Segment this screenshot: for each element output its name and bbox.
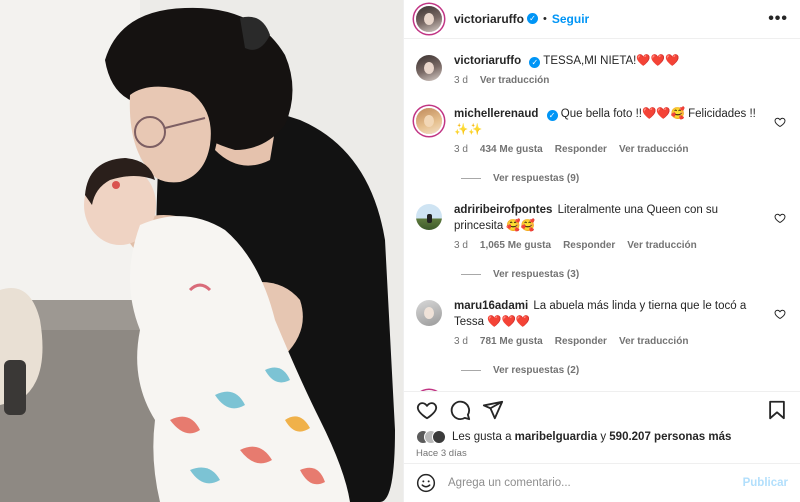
view-replies-label: Ver respuestas (3) [493,268,580,280]
comment-age[interactable]: 3 d [454,240,468,251]
replies-line [461,273,481,275]
author-avatar[interactable] [416,5,442,32]
comment-item: michellerenaud ✓ Que bella foto !!❤️❤️🥰 … [416,106,788,155]
comment-input[interactable] [448,477,743,490]
likes-user-link[interactable]: maribelguardia [515,431,597,443]
verified-badge-icon: ✓ [546,109,558,121]
post-header: victoriaruffo ✓ • Seguir ••• [404,0,800,39]
caption-meta: 3 d Ver traducción [454,75,768,86]
caption-avatar[interactable] [416,54,442,81]
comment-heart-icon[interactable] [774,308,786,320]
comment-item: maru16adami La abuela más linda y tierna… [416,298,788,347]
caption: victoriaruffo ✓ TESSA,MI NIETA!❤️❤️❤️ 3 … [416,53,788,86]
comment-item: adriribeirofpontes Literalmente una Quee… [416,202,788,251]
photo-illustration [0,0,403,502]
view-replies-button[interactable]: Ver respuestas (2) [461,365,788,376]
comment-likes[interactable]: 781 Me gusta [480,336,543,347]
post-actions [404,390,800,428]
comment-heart-icon[interactable] [774,212,786,224]
view-replies-label: Ver respuestas (9) [493,172,580,184]
comment-avatar[interactable] [416,203,442,230]
verified-badge-icon: ✓ [527,13,539,25]
comment-meta: 3 d 1,065 Me gusta Responder Ver traducc… [454,240,768,251]
share-icon[interactable] [482,399,504,421]
translate-link[interactable]: Ver traducción [619,144,688,155]
reply-button[interactable]: Responder [563,240,615,251]
save-icon[interactable] [766,399,788,421]
comment-username[interactable]: maru16adami [454,300,528,312]
follow-button[interactable]: Seguir [552,12,589,26]
post-dialog: victoriaruffo ✓ • Seguir ••• victoriaruf… [0,0,800,502]
reply-button[interactable]: Responder [555,144,607,155]
comment-avatar[interactable] [416,299,442,326]
comment-meta: 3 d 434 Me gusta Responder Ver traducció… [454,144,768,155]
caption-username[interactable]: victoriaruffo [454,55,521,67]
comment-username[interactable]: adriribeirofpontes [454,204,552,216]
view-replies-button[interactable]: Ver respuestas (9) [461,173,788,184]
verified-badge-icon: ✓ [529,56,541,68]
comment-icon[interactable] [449,399,471,421]
translate-link[interactable]: Ver traducción [627,240,696,251]
caption-age[interactable]: 3 d [454,75,468,86]
likes-prefix: Les gusta a [452,431,512,444]
comment-heart-icon[interactable] [774,116,786,128]
comment-meta: 3 d 781 Me gusta Responder Ver traducció… [454,336,768,347]
likes-summary: Les gusta a maribelguardia y 590.207 per… [404,428,800,447]
replies-line [461,177,481,179]
caption-translate-link[interactable]: Ver traducción [480,75,549,86]
posted-ago[interactable]: Hace 3 días [404,446,800,463]
comment-age[interactable]: 3 d [454,144,468,155]
comment-likes[interactable]: 1,065 Me gusta [480,240,551,251]
separator-dot: • [543,12,547,25]
more-options-icon[interactable]: ••• [768,10,788,28]
likers-avatars[interactable] [416,430,446,445]
likes-conj: y [600,431,607,444]
replies-line [461,369,481,371]
post-panel: victoriaruffo ✓ • Seguir ••• victoriaruf… [403,0,800,502]
comment-age[interactable]: 3 d [454,336,468,347]
likes-others-link[interactable]: 590.207 personas más [609,431,731,443]
add-comment-bar: Publicar [404,463,800,502]
reply-button[interactable]: Responder [555,336,607,347]
view-replies-label: Ver respuestas (2) [493,364,580,376]
comment-avatar[interactable] [416,107,442,134]
post-photo[interactable] [0,0,403,502]
view-replies-button[interactable]: Ver respuestas (3) [461,269,788,280]
like-icon[interactable] [416,399,438,421]
publish-button[interactable]: Publicar [743,477,788,489]
comment-username[interactable]: michellerenaud [454,108,538,120]
translate-link[interactable]: Ver traducción [619,336,688,347]
emoji-icon[interactable] [416,473,436,493]
author-username[interactable]: victoriaruffo [454,12,524,26]
caption-text: TESSA,MI NIETA!❤️❤️❤️ [543,54,680,67]
comment-likes[interactable]: 434 Me gusta [480,144,543,155]
comments-list[interactable]: victoriaruffo ✓ TESSA,MI NIETA!❤️❤️❤️ 3 … [404,39,800,391]
